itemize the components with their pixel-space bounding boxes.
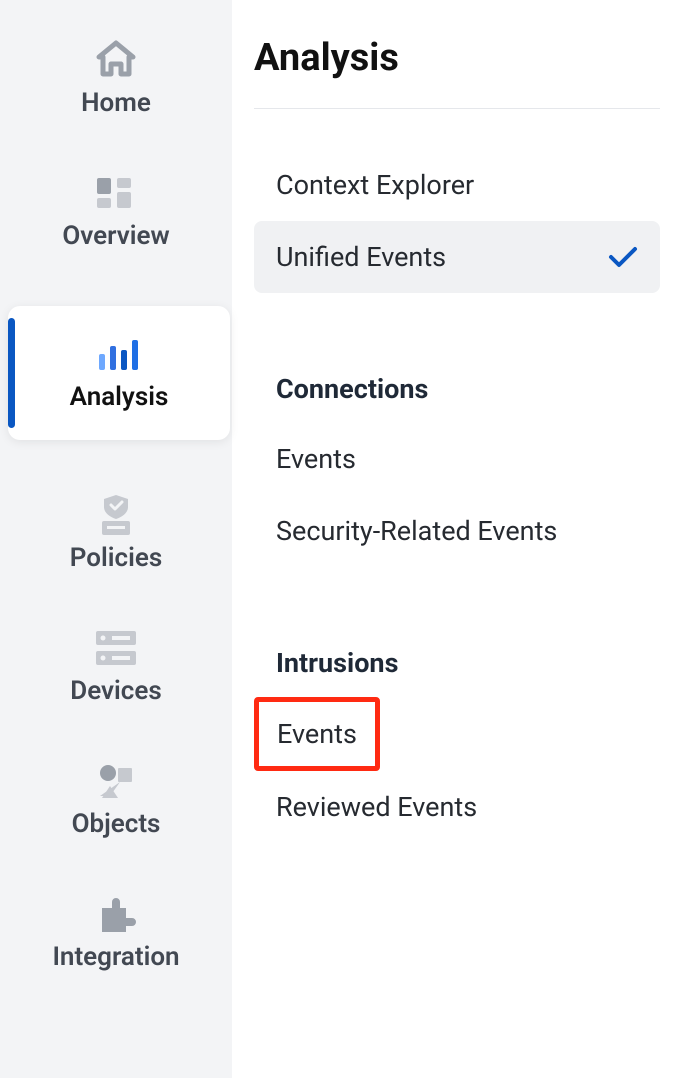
menu-item-reviewed-events[interactable]: Reviewed Events	[254, 771, 660, 843]
sidebar-item-integration[interactable]: Integration	[0, 894, 232, 972]
devices-icon	[96, 628, 136, 668]
sidebar: Home Overview	[0, 0, 232, 1078]
sidebar-item-label: Integration	[52, 942, 179, 972]
integration-icon	[96, 894, 136, 934]
sidebar-item-label: Analysis	[70, 382, 169, 412]
menu-item-label: Reviewed Events	[276, 791, 477, 823]
sidebar-item-devices[interactable]: Devices	[0, 628, 232, 706]
objects-icon	[96, 761, 136, 801]
sidebar-item-label: Home	[81, 88, 151, 118]
menu-item-security-related-events[interactable]: Security-Related Events	[254, 495, 660, 567]
menu-item-label: Context Explorer	[276, 169, 474, 201]
menu-item-label: Unified Events	[276, 241, 446, 273]
menu-item-connections-events[interactable]: Events	[254, 423, 660, 495]
sidebar-item-home[interactable]: Home	[0, 40, 232, 118]
sidebar-item-label: Policies	[70, 543, 162, 573]
section-title-intrusions: Intrusions	[254, 647, 660, 679]
sidebar-item-label: Overview	[62, 221, 169, 251]
menu-item-unified-events[interactable]: Unified Events	[254, 221, 660, 293]
overview-icon	[97, 173, 135, 213]
check-icon	[608, 245, 638, 269]
sidebar-item-objects[interactable]: Objects	[0, 761, 232, 839]
analysis-icon	[99, 334, 139, 374]
sidebar-item-label: Objects	[72, 809, 161, 839]
section-title-connections: Connections	[254, 373, 660, 405]
sidebar-item-label: Devices	[70, 676, 161, 706]
sidebar-item-policies[interactable]: Policies	[0, 495, 232, 573]
menu-item-context-explorer[interactable]: Context Explorer	[254, 149, 660, 221]
sidebar-item-overview[interactable]: Overview	[0, 173, 232, 251]
policies-icon	[98, 495, 134, 535]
menu-item-label: Events	[276, 443, 356, 475]
menu-item-label: Events	[277, 718, 357, 750]
sidebar-item-analysis[interactable]: Analysis	[8, 306, 230, 440]
menu-item-intrusions-events[interactable]: Events	[254, 697, 380, 771]
page-title: Analysis	[254, 36, 660, 109]
home-icon	[95, 40, 137, 80]
menu-item-label: Security-Related Events	[276, 515, 557, 547]
content-panel: Analysis Context Explorer Unified Events…	[232, 0, 682, 1078]
